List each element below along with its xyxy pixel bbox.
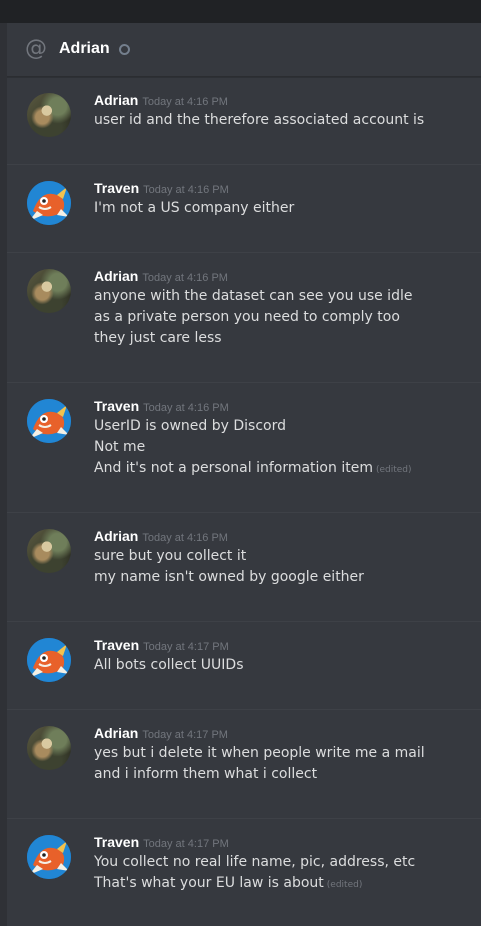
message-text: and i inform them what i collect xyxy=(94,766,318,782)
author-name[interactable]: Traven Today at 4:17 PM xyxy=(94,833,229,853)
message-group[interactable]: Traven Today at 4:16 PM I'm not a US compa… xyxy=(7,165,481,253)
author-name[interactable]: Adrian Today at 4:17 PM xyxy=(94,724,228,744)
author-name-text[interactable]: Traven xyxy=(94,180,139,196)
message-timestamp: Today at 4:16 PM xyxy=(142,272,228,284)
message-line: they just care less xyxy=(94,328,412,349)
message-line: yes but i delete it when people write me… xyxy=(94,743,425,764)
message-timestamp: Today at 4:17 PM xyxy=(143,838,229,850)
message-line: I'm not a US company either xyxy=(94,198,294,219)
message-line: user id and the therefore associated acc… xyxy=(94,110,424,131)
message-line: sure but you collect it xyxy=(94,546,364,567)
author-name[interactable]: Adrian Today at 4:16 PM xyxy=(94,91,228,111)
dm-recipient-name[interactable]: Adrian xyxy=(59,38,110,60)
message-body: yes but i delete it when people write me… xyxy=(94,743,425,785)
author-name-text[interactable]: Adrian xyxy=(94,268,138,284)
message-text: anyone with the dataset can see you use … xyxy=(94,288,413,304)
author-name[interactable]: Traven Today at 4:17 PM xyxy=(94,636,229,656)
message-group[interactable]: Adrian Today at 4:16 PM sure but you colle… xyxy=(7,513,481,622)
author-name[interactable]: Adrian Today at 4:16 PM xyxy=(94,527,228,547)
chat-header: @ Adrian xyxy=(7,23,481,77)
message-text: All bots collect UUIDs xyxy=(94,657,244,673)
edited-marker: (edited) xyxy=(326,880,363,890)
traven-avatar[interactable] xyxy=(27,399,71,443)
message-body: I'm not a US company either xyxy=(94,198,294,219)
author-name-text[interactable]: Adrian xyxy=(94,528,138,544)
adrian-avatar[interactable] xyxy=(27,529,71,573)
traven-avatar[interactable] xyxy=(27,181,71,225)
channel-sidebar-edge xyxy=(0,23,7,926)
message-list[interactable]: Adrian Today at 4:16 PM user id and the th… xyxy=(7,77,481,926)
message-group[interactable]: Traven Today at 4:17 PM All bots collect U… xyxy=(7,622,481,710)
offline-status-icon xyxy=(119,44,130,55)
message-timestamp: Today at 4:17 PM xyxy=(143,641,229,653)
message-body: anyone with the dataset can see you use … xyxy=(94,286,412,349)
author-name[interactable]: Adrian Today at 4:16 PM xyxy=(94,267,228,287)
message-text: as a private person you need to comply t… xyxy=(94,309,400,325)
message-text: That's what your EU law is about xyxy=(94,875,324,891)
message-body: sure but you collect it my name isn't own… xyxy=(94,546,364,588)
message-text: yes but i delete it when people write me… xyxy=(94,745,425,761)
message-text: my name isn't owned by google either xyxy=(94,569,364,585)
author-name-text[interactable]: Adrian xyxy=(94,725,138,741)
message-text: they just care less xyxy=(94,330,222,346)
author-name-text[interactable]: Traven xyxy=(94,637,139,653)
window-top-bar xyxy=(0,0,481,23)
message-timestamp: Today at 4:17 PM xyxy=(142,729,228,741)
message-body: You collect no real life name, pic, addr… xyxy=(94,852,415,896)
message-timestamp: Today at 4:16 PM xyxy=(142,532,228,544)
message-text: I'm not a US company either xyxy=(94,200,295,216)
message-text: Not me xyxy=(94,439,146,455)
message-group[interactable]: Adrian Today at 4:16 PM user id and the th… xyxy=(7,77,481,165)
message-body: UserID is owned by Discord Not me And it's… xyxy=(94,416,412,481)
author-name-text[interactable]: Adrian xyxy=(94,92,138,108)
edited-marker: (edited) xyxy=(375,465,412,475)
at-icon: @ xyxy=(25,36,47,61)
message-text: You collect no real life name, pic, addr… xyxy=(94,854,416,870)
adrian-avatar[interactable] xyxy=(27,93,71,137)
adrian-avatar[interactable] xyxy=(27,726,71,770)
author-name[interactable]: Traven Today at 4:16 PM xyxy=(94,179,229,199)
message-line: That's what your EU law is about (edited) xyxy=(94,873,415,896)
message-group[interactable]: Traven Today at 4:16 PM UserID is owned by… xyxy=(7,383,481,513)
author-name[interactable]: Traven Today at 4:16 PM xyxy=(94,397,229,417)
message-timestamp: Today at 4:16 PM xyxy=(143,402,229,414)
message-text: user id and the therefore associated acc… xyxy=(94,112,425,128)
message-timestamp: Today at 4:16 PM xyxy=(142,96,228,108)
message-group[interactable]: Adrian Today at 4:16 PM anyone with the da… xyxy=(7,253,481,383)
author-name-text[interactable]: Traven xyxy=(94,398,139,414)
message-text: And it's not a personal information item xyxy=(94,460,373,476)
message-line: my name isn't owned by google either xyxy=(94,567,364,588)
traven-avatar[interactable] xyxy=(27,638,71,682)
message-timestamp: Today at 4:16 PM xyxy=(143,184,229,196)
message-text: sure but you collect it xyxy=(94,548,247,564)
message-line: UserID is owned by Discord xyxy=(94,416,412,437)
message-line: and i inform them what i collect xyxy=(94,764,425,785)
message-body: All bots collect UUIDs xyxy=(94,655,243,676)
message-line: And it's not a personal information item… xyxy=(94,458,412,481)
message-group[interactable]: Traven Today at 4:17 PM You collect no rea… xyxy=(7,819,481,926)
message-line: anyone with the dataset can see you use … xyxy=(94,286,412,307)
message-line: You collect no real life name, pic, addr… xyxy=(94,852,415,873)
adrian-avatar[interactable] xyxy=(27,269,71,313)
message-line: as a private person you need to comply t… xyxy=(94,307,412,328)
author-name-text[interactable]: Traven xyxy=(94,834,139,850)
message-group[interactable]: Adrian Today at 4:17 PM yes but i delete i… xyxy=(7,710,481,819)
traven-avatar[interactable] xyxy=(27,835,71,879)
message-line: All bots collect UUIDs xyxy=(94,655,243,676)
message-body: user id and the therefore associated acc… xyxy=(94,110,424,131)
message-text: UserID is owned by Discord xyxy=(94,418,286,434)
chat-panel: @ Adrian Adrian Today at 4:16 PM user id a… xyxy=(7,23,481,926)
message-line: Not me xyxy=(94,437,412,458)
